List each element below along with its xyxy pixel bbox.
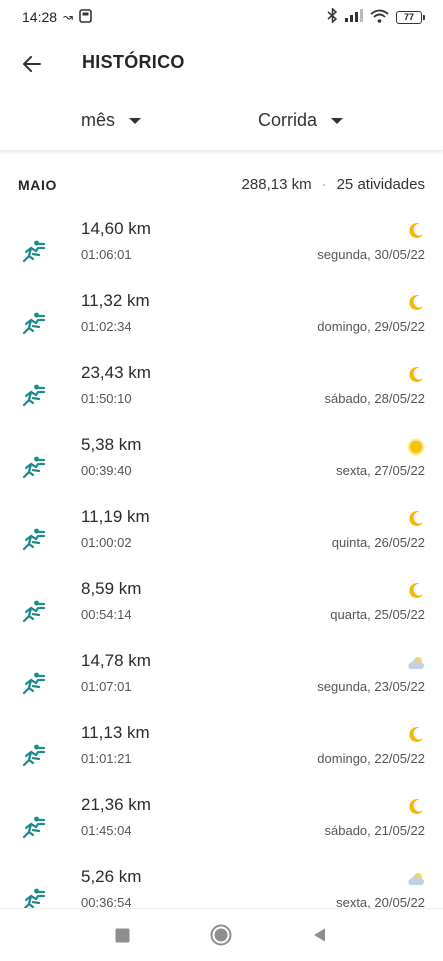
page-title: HISTÓRICO (82, 52, 185, 72)
running-icon (20, 454, 46, 480)
activity-duration: 01:45:04 (81, 823, 132, 838)
status-right: 77 (327, 7, 425, 26)
month-summary: 288,13 km · 25 atividades (242, 176, 425, 193)
back-nav-button[interactable] (309, 924, 331, 946)
activity-history-list[interactable]: MAIO 288,13 km · 25 atividades 14,60 km … (0, 156, 443, 908)
activity-date: segunda, 23/05/22 (317, 679, 425, 694)
activity-date: segunda, 30/05/22 (317, 247, 425, 262)
period-dropdown-label: mês (81, 110, 116, 130)
activity-item[interactable]: 11,32 km 01:02:34 domingo, 29/05/22 (0, 286, 443, 358)
period-dropdown[interactable]: mês (81, 110, 142, 131)
battery-icon: 77 (396, 10, 425, 24)
square-icon (115, 928, 129, 942)
sd-card-icon (79, 8, 92, 26)
summary-separator: · (321, 176, 327, 193)
running-icon (20, 886, 46, 908)
moon-icon (407, 582, 425, 600)
activity-duration: 01:06:01 (81, 247, 132, 262)
activity-date: domingo, 29/05/22 (317, 319, 425, 334)
running-icon (20, 382, 46, 408)
battery-level: 77 (396, 10, 422, 24)
activity-date: quarta, 25/05/22 (330, 607, 425, 622)
activity-distance: 8,59 km (81, 579, 142, 598)
activity-item[interactable]: 5,26 km 00:36:54 sexta, 20/05/22 (0, 862, 443, 908)
activity-type-dropdown[interactable]: Corrida (258, 110, 344, 131)
activity-duration: 00:39:40 (81, 463, 132, 478)
activity-distance: 14,60 km (81, 219, 151, 238)
activity-distance: 11,13 km (81, 723, 150, 742)
running-icon (20, 670, 46, 696)
activity-item[interactable]: 23,43 km 01:50:10 sábado, 28/05/22 (0, 358, 443, 430)
activity-item[interactable]: 5,38 km 00:39:40 sexta, 27/05/22 (0, 430, 443, 502)
activity-date: sábado, 28/05/22 (324, 391, 425, 406)
activity-distance: 11,32 km (81, 291, 150, 310)
app-header: HISTÓRICO mês Corrida (0, 34, 443, 151)
back-arrow-icon (23, 56, 41, 72)
month-header: MAIO 288,13 km · 25 atividades (0, 156, 443, 214)
running-icon (20, 598, 46, 624)
wifi-icon (370, 9, 389, 26)
activity-duration: 01:01:21 (81, 751, 132, 766)
activity-duration: 01:00:02 (81, 535, 132, 550)
running-icon (20, 526, 46, 552)
caret-down-icon (331, 117, 344, 124)
activity-date: sábado, 21/05/22 (324, 823, 425, 838)
sun-icon (407, 438, 425, 456)
activity-date: domingo, 22/05/22 (317, 751, 425, 766)
link-status-icon: ↝ (63, 10, 74, 24)
moon-icon (407, 294, 425, 312)
activity-item[interactable]: 8,59 km 00:54:14 quarta, 25/05/22 (0, 574, 443, 646)
cloudy-icon (407, 870, 425, 888)
activity-item[interactable]: 14,60 km 01:06:01 segunda, 30/05/22 (0, 214, 443, 286)
system-navigation-bar (0, 908, 443, 961)
back-button[interactable] (16, 48, 48, 80)
activity-date: quinta, 26/05/22 (331, 535, 425, 550)
activity-distance: 5,26 km (81, 867, 142, 886)
status-left: 14:28 ↝ (22, 8, 92, 26)
activity-duration: 00:54:14 (81, 607, 132, 622)
triangle-back-icon (314, 928, 325, 942)
activity-date: sexta, 27/05/22 (336, 463, 425, 478)
month-total-distance: 288,13 km (241, 176, 312, 193)
activity-distance: 14,78 km (81, 651, 151, 670)
moon-icon (407, 798, 425, 816)
activity-distance: 5,38 km (81, 435, 142, 454)
month-activity-count: 25 atividades (336, 176, 425, 193)
cloudy-icon (407, 654, 425, 672)
activity-item[interactable]: 11,19 km 01:00:02 quinta, 26/05/22 (0, 502, 443, 574)
activity-duration: 01:02:34 (81, 319, 132, 334)
recents-button[interactable] (111, 924, 133, 946)
activity-item[interactable]: 21,36 km 01:45:04 sábado, 21/05/22 (0, 790, 443, 862)
status-bar: 14:28 ↝ 77 (0, 0, 443, 34)
running-icon (20, 238, 46, 264)
caret-down-icon (129, 117, 142, 124)
running-icon (20, 814, 46, 840)
activity-duration: 01:07:01 (81, 679, 132, 694)
moon-icon (407, 726, 425, 744)
activity-date: sexta, 20/05/22 (336, 895, 425, 908)
status-time: 14:28 (22, 9, 58, 25)
activity-item[interactable]: 11,13 km 01:01:21 domingo, 22/05/22 (0, 718, 443, 790)
activity-duration: 00:36:54 (81, 895, 132, 908)
month-label: MAIO (18, 177, 57, 193)
activity-distance: 23,43 km (81, 363, 151, 382)
activity-distance: 21,36 km (81, 795, 151, 814)
activity-distance: 11,19 km (81, 507, 150, 526)
moon-icon (407, 510, 425, 528)
running-icon (20, 742, 46, 768)
moon-icon (407, 222, 425, 240)
activity-duration: 01:50:10 (81, 391, 132, 406)
activity-type-label: Corrida (258, 110, 318, 130)
activity-item[interactable]: 14,78 km 01:07:01 segunda, 23/05/22 (0, 646, 443, 718)
running-icon (20, 310, 46, 336)
home-button[interactable] (210, 924, 232, 946)
bluetooth-icon (327, 7, 338, 26)
moon-icon (407, 366, 425, 384)
circle-icon (210, 924, 232, 946)
signal-icon (345, 9, 363, 25)
